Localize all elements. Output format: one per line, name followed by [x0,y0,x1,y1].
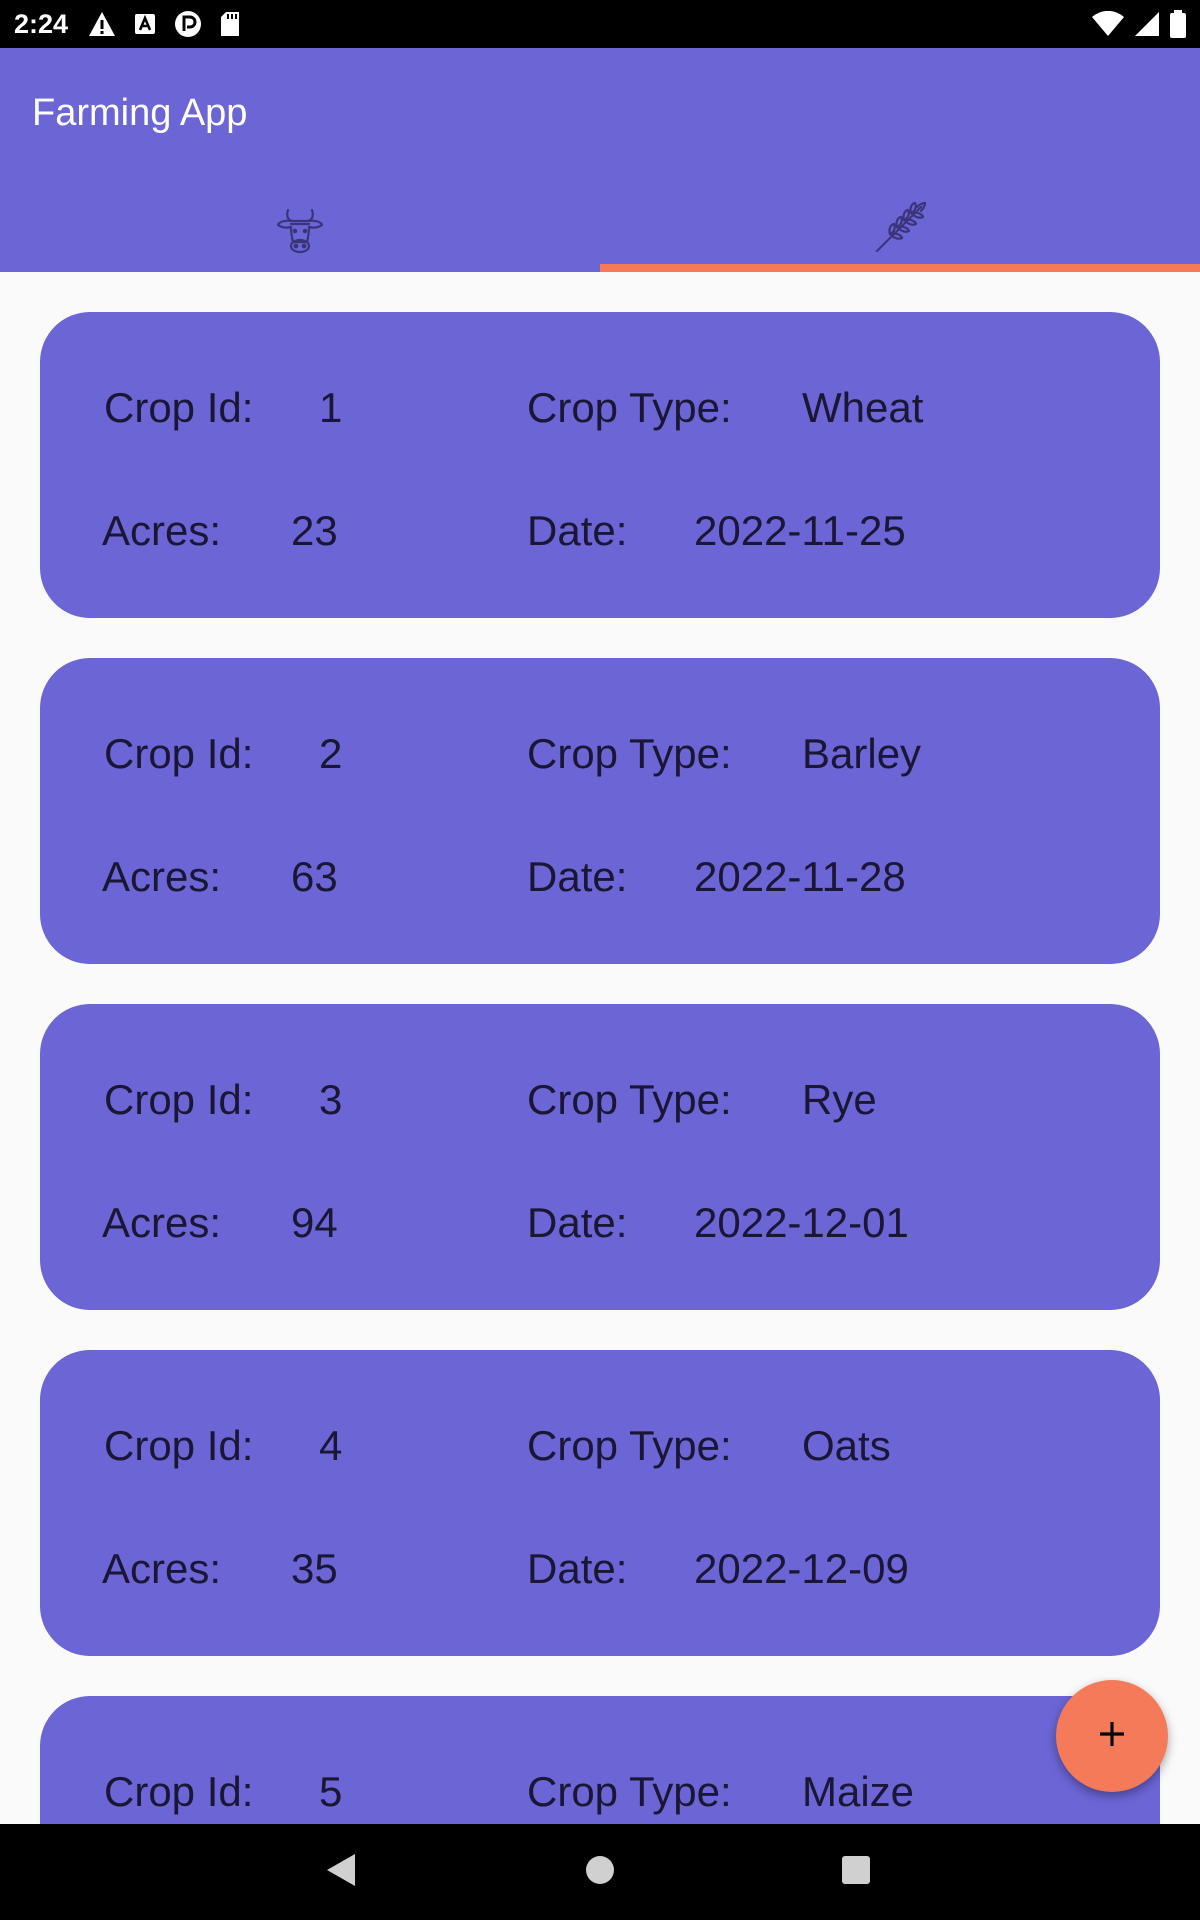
acres-label: Acres: [102,507,222,554]
tab-bar [0,188,1200,272]
warning-icon [88,11,116,37]
back-icon [325,1852,359,1893]
crop-card[interactable]: Crop Id: 1 Crop Type: Wheat Acres: 23 Da… [40,312,1160,618]
crop-card[interactable]: Crop Id: 5 Crop Type: Maize [40,1696,1160,1824]
date-label: Date: [527,1545,628,1592]
date-label: Date: [527,507,628,554]
date-value: 2022-12-01 [694,1199,909,1246]
date-value: 2022-12-09 [694,1545,909,1592]
plus-icon [1096,1718,1128,1755]
crop-type-label: Crop Type: [527,384,732,431]
crop-card[interactable]: Crop Id: 2 Crop Type: Barley Acres: 63 D… [40,658,1160,964]
status-bar: 2:24 [0,0,1200,48]
sd-card-icon [220,11,240,37]
wifi-icon [1092,11,1124,37]
crop-id-value: 4 [319,1422,343,1469]
crop-id-label: Crop Id: [104,384,254,431]
acres-value: 23 [291,507,338,554]
crop-list[interactable]: Crop Id: 1 Crop Type: Wheat Acres: 23 Da… [0,272,1200,1824]
acres-label: Acres: [102,1545,222,1592]
recents-button[interactable] [832,1848,880,1896]
acres-label: Acres: [102,1199,222,1246]
wheat-icon [873,201,927,260]
crop-type-value: Maize [802,1768,915,1815]
tab-crops[interactable] [600,188,1200,272]
acres-value: 94 [291,1199,338,1246]
battery-icon [1170,10,1186,38]
crop-type-value: Barley [802,730,922,777]
crop-id-value: 2 [319,730,343,777]
date-value: 2022-11-25 [694,507,906,554]
crop-id-label: Crop Id: [104,1422,254,1469]
navigation-bar [0,1824,1200,1920]
acres-value: 63 [291,853,338,900]
crop-id-label: Crop Id: [104,1768,254,1815]
crop-id-value: 5 [319,1768,343,1815]
app-bar: Farming App [0,48,1200,272]
cow-icon [274,202,326,259]
recents-icon [840,1854,872,1891]
crop-id-label: Crop Id: [104,1076,254,1123]
date-value: 2022-11-28 [694,853,906,900]
text-a-icon [134,13,156,35]
date-label: Date: [527,1199,628,1246]
crop-card[interactable]: Crop Id: 3 Crop Type: Rye Acres: 94 Date… [40,1004,1160,1310]
date-label: Date: [527,853,628,900]
add-crop-button[interactable] [1056,1680,1168,1792]
crop-type-value: Wheat [802,384,924,431]
crop-type-label: Crop Type: [527,1422,732,1469]
pocket-icon [174,10,202,38]
home-icon [584,1854,616,1891]
status-time: 2:24 [14,8,69,39]
crop-type-value: Rye [802,1076,877,1123]
crop-type-label: Crop Type: [527,730,732,777]
crop-id-value: 3 [319,1076,343,1123]
crop-type-label: Crop Type: [527,1076,732,1123]
acres-label: Acres: [102,853,222,900]
acres-value: 35 [291,1545,338,1592]
tab-livestock[interactable] [0,188,600,272]
crop-id-value: 1 [319,384,343,431]
crop-type-value: Oats [802,1422,891,1469]
crop-card[interactable]: Crop Id: 4 Crop Type: Oats Acres: 35 Dat… [40,1350,1160,1656]
back-button[interactable] [318,1848,366,1896]
signal-icon [1134,11,1160,37]
crop-type-label: Crop Type: [527,1768,732,1815]
crop-id-label: Crop Id: [104,730,254,777]
app-title: Farming App [32,92,248,134]
home-button[interactable] [576,1848,624,1896]
